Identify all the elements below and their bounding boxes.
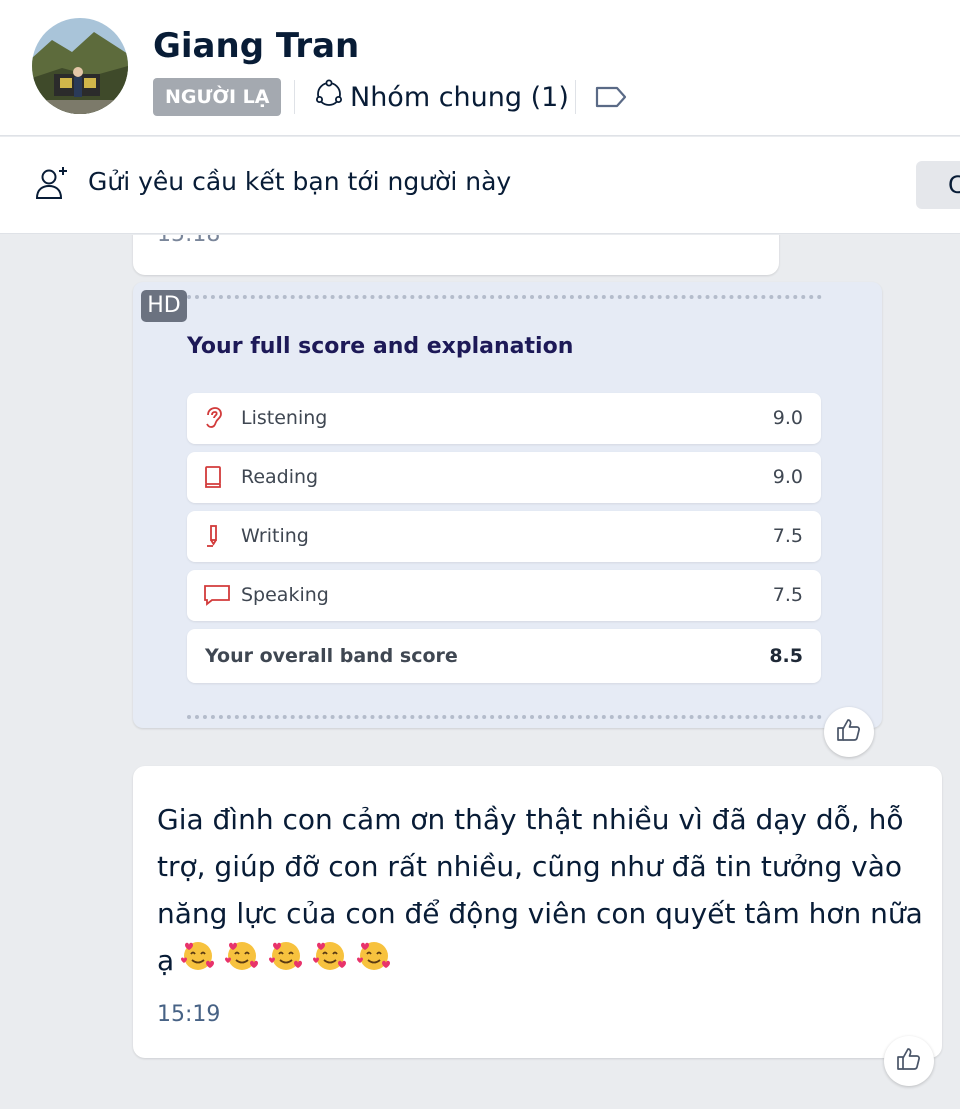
message-time: 15:19 — [157, 1002, 221, 1027]
previous-message: 15:18 — [133, 235, 779, 275]
contact-name[interactable]: Giang Tran — [153, 26, 359, 66]
friend-request-text: Gửi yêu cầu kết bạn tới người này — [88, 167, 512, 196]
score-value: 9.0 — [772, 407, 803, 429]
text-message[interactable]: Gia đình con cảm ơn thầy thật nhiều vì đ… — [133, 766, 942, 1058]
message-time: 15:18 — [157, 235, 220, 247]
divider — [187, 715, 822, 719]
score-row-listening: Listening 9.0 — [187, 393, 821, 444]
ear-icon — [203, 406, 223, 434]
score-label: Speaking — [241, 584, 329, 606]
divider — [294, 80, 295, 114]
score-value: 9.0 — [772, 466, 803, 488]
hd-badge: HD — [141, 290, 187, 322]
score-row-reading: Reading 9.0 — [187, 452, 821, 503]
score-row-overall: Your overall band score 8.5 — [187, 629, 821, 683]
thumbs-up-icon — [836, 717, 862, 747]
smiling-face-with-hearts-icon — [268, 937, 304, 987]
like-button[interactable] — [884, 1036, 934, 1086]
group-icon — [314, 79, 344, 116]
common-groups-label: Nhóm chung (1) — [350, 81, 569, 113]
message-text-block: Gia đình con cảm ơn thầy thật nhiều vì đ… — [157, 796, 927, 987]
message-list[interactable]: 15:18 HD Your full score and explanation… — [0, 235, 960, 1109]
smiling-face-with-hearts-icon — [356, 937, 392, 987]
like-button[interactable] — [824, 707, 874, 757]
overall-value: 8.5 — [769, 645, 803, 667]
image-message[interactable]: HD Your full score and explanation Liste… — [133, 282, 882, 728]
score-row-writing: Writing 7.5 — [187, 511, 821, 562]
chat-header: Giang Tran NGƯỜI LẠ Nhóm chung (1) — [0, 0, 960, 136]
speech-icon — [203, 583, 231, 611]
friend-request-bar: Gửi yêu cầu kết bạn tới người này C — [0, 137, 960, 234]
send-friend-request-button[interactable]: C — [916, 161, 960, 209]
tag-icon[interactable] — [594, 84, 628, 114]
divider — [187, 295, 822, 299]
emoji-group — [180, 937, 392, 987]
score-value: 7.5 — [772, 584, 803, 606]
thumbs-up-icon — [896, 1046, 922, 1076]
common-groups-button[interactable]: Nhóm chung (1) — [314, 78, 569, 116]
score-value: 7.5 — [772, 525, 803, 547]
add-friend-icon — [34, 165, 70, 205]
stranger-badge: NGƯỜI LẠ — [153, 78, 282, 116]
score-label: Writing — [241, 525, 309, 547]
pen-icon — [203, 524, 223, 552]
smiling-face-with-hearts-icon — [180, 937, 216, 987]
score-label: Listening — [241, 407, 328, 429]
divider — [575, 80, 576, 114]
avatar[interactable] — [32, 18, 128, 114]
score-label: Reading — [241, 466, 319, 488]
book-icon — [203, 465, 223, 493]
smiling-face-with-hearts-icon — [224, 937, 260, 987]
score-row-speaking: Speaking 7.5 — [187, 570, 821, 621]
smiling-face-with-hearts-icon — [312, 937, 348, 987]
score-title: Your full score and explanation — [187, 334, 574, 359]
overall-label: Your overall band score — [205, 645, 458, 667]
